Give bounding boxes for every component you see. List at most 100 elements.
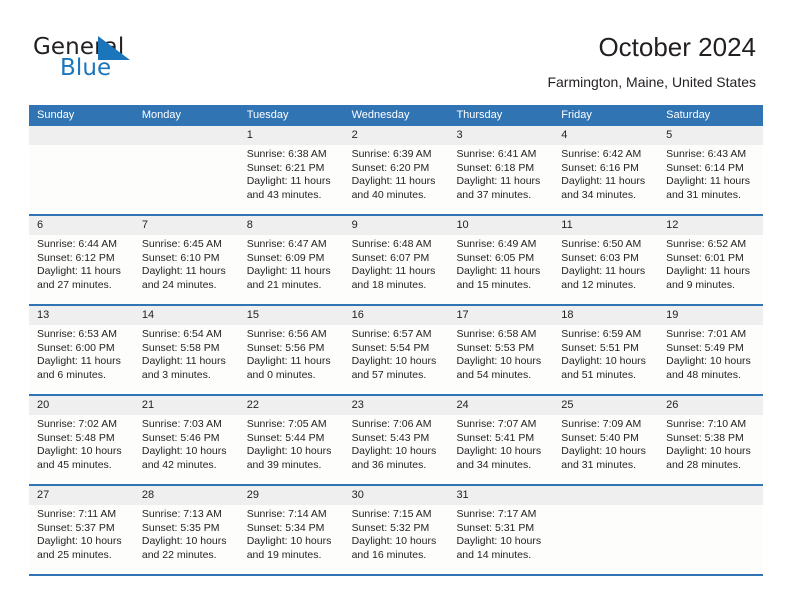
day-cell[interactable]: 19 Sunrise: 7:01 AM Sunset: 5:49 PM Dayligh… [658,306,764,394]
daylight-text-line1: Daylight: 11 hours [246,175,331,187]
sunset-text: Sunset: 6:09 PM [246,251,325,264]
weekday-header-wednesday: Wednesday [351,109,410,121]
sunrise-text: Sunrise: 7:05 AM [246,418,327,430]
day-cell[interactable]: 5 Sunrise: 6:43 AM Sunset: 6:14 PM Daylight… [658,126,764,214]
daylight-text-line2: and 6 minutes. [37,368,106,381]
daylight-text-line2: and 34 minutes. [456,458,532,471]
page-title: October 2024 [598,32,756,62]
day-cell[interactable]: 21 Sunrise: 7:03 AM Sunset: 5:46 PM Dayligh… [133,396,239,484]
sunrise-text: Sunrise: 7:03 AM [141,418,222,430]
day-sun-info: Sunrise: 7:14 AM Sunset: 5:34 PM Daylight:… [239,505,344,562]
sunrise-text: Sunrise: 6:43 AM [666,148,747,160]
sunset-text: Sunset: 5:56 PM [246,341,325,354]
weekday-header-saturday: Saturday [666,109,711,121]
sunset-text: Sunset: 6:07 PM [351,251,430,264]
day-cell[interactable]: 11 Sunrise: 6:50 AM Sunset: 6:03 PM Dayligh… [553,216,659,304]
day-cell[interactable]: 1 Sunrise: 6:38 AM Sunset: 6:21 PM Daylight… [238,126,344,214]
day-sun-info: Sunrise: 7:06 AM Sunset: 5:43 PM Daylight:… [344,415,449,472]
brand-logo[interactable]: General Blue [33,34,223,90]
brand-name-blue: Blue [60,55,112,81]
sunset-text: Sunset: 6:03 PM [561,251,639,264]
day-cell[interactable]: 13 Sunrise: 6:53 AM Sunset: 6:00 PM Dayligh… [29,306,134,394]
day-cell-empty [133,126,239,214]
day-number: 31 [448,486,554,505]
day-cell[interactable]: 30 Sunrise: 7:15 AM Sunset: 5:32 PM Dayligh… [343,486,449,574]
day-cell-empty [553,486,659,574]
sunrise-text: Sunrise: 6:56 AM [246,328,327,340]
sunrise-text: Sunrise: 6:53 AM [37,328,117,340]
daylight-text-line2: and 12 minutes. [561,278,637,291]
day-cell[interactable]: 18 Sunrise: 6:59 AM Sunset: 5:51 PM Dayligh… [553,306,659,394]
day-cell[interactable]: 4 Sunrise: 6:42 AM Sunset: 6:16 PM Daylight… [553,126,659,214]
sunset-text: Sunset: 6:12 PM [37,251,115,264]
day-cell[interactable]: 23 Sunrise: 7:06 AM Sunset: 5:43 PM Dayligh… [343,396,449,484]
day-cell[interactable]: 25 Sunrise: 7:09 AM Sunset: 5:40 PM Dayligh… [553,396,659,484]
daylight-text-line2: and 31 minutes. [561,458,637,471]
daylight-text-line1: Daylight: 11 hours [666,265,751,277]
day-number: 30 [343,486,449,505]
day-cell[interactable]: 10 Sunrise: 6:49 AM Sunset: 6:05 PM Dayligh… [448,216,554,304]
day-cell[interactable]: 20 Sunrise: 7:02 AM Sunset: 5:48 PM Dayligh… [29,396,134,484]
day-cell[interactable]: 26 Sunrise: 7:10 AM Sunset: 5:38 PM Dayligh… [658,396,764,484]
day-cell[interactable]: 17 Sunrise: 6:58 AM Sunset: 5:53 PM Dayligh… [448,306,554,394]
daylight-text-line1: Daylight: 10 hours [37,535,122,547]
day-number: 26 [658,396,764,415]
day-cell[interactable]: 14 Sunrise: 6:54 AM Sunset: 5:58 PM Dayligh… [133,306,239,394]
daylight-text-line2: and 48 minutes. [666,368,741,381]
day-cell[interactable]: 22 Sunrise: 7:05 AM Sunset: 5:44 PM Dayligh… [238,396,344,484]
sunset-text: Sunset: 5:49 PM [666,341,744,354]
sunrise-text: Sunrise: 7:15 AM [351,508,432,520]
day-number: 23 [343,396,449,415]
day-sun-info: Sunrise: 6:50 AM Sunset: 6:03 PM Daylight:… [553,235,658,292]
daylight-text-line1: Daylight: 11 hours [246,265,331,277]
daylight-text-line2: and 19 minutes. [246,548,322,561]
day-number: 10 [448,216,554,235]
day-cell[interactable]: 8 Sunrise: 6:47 AM Sunset: 6:09 PM Daylight… [238,216,344,304]
daylight-text-line2: and 28 minutes. [666,458,741,471]
day-cell[interactable]: 27 Sunrise: 7:11 AM Sunset: 5:37 PM Dayligh… [29,486,134,574]
weekday-header-row: Sunday Monday Tuesday Wednesday Thursday Frid… [29,105,763,126]
weekday-header-sunday: Sunday [37,109,75,121]
day-cell[interactable]: 9 Sunrise: 6:48 AM Sunset: 6:07 PM Daylight… [343,216,449,304]
day-number: 3 [448,126,554,145]
day-cell[interactable]: 29 Sunrise: 7:14 AM Sunset: 5:34 PM Dayligh… [238,486,344,574]
daylight-text-line1: Daylight: 11 hours [141,265,226,277]
day-cell[interactable]: 24 Sunrise: 7:07 AM Sunset: 5:41 PM Dayligh… [448,396,554,484]
sunrise-text: Sunrise: 6:58 AM [456,328,537,340]
daylight-text-line2: and 25 minutes. [37,548,112,561]
day-cell[interactable]: 12 Sunrise: 6:52 AM Sunset: 6:01 PM Dayligh… [658,216,764,304]
day-cell[interactable]: 28 Sunrise: 7:13 AM Sunset: 5:35 PM Dayligh… [133,486,239,574]
day-cell-empty [29,126,134,214]
daylight-text-line2: and 51 minutes. [561,368,637,381]
sunrise-text: Sunrise: 7:14 AM [246,508,327,520]
sunset-text: Sunset: 6:20 PM [351,161,430,174]
day-number: 28 [133,486,239,505]
sunset-text: Sunset: 5:46 PM [141,431,220,444]
day-cell[interactable]: 2 Sunrise: 6:39 AM Sunset: 6:20 PM Daylight… [343,126,449,214]
day-cell[interactable]: 7 Sunrise: 6:45 AM Sunset: 6:10 PM Daylight… [133,216,239,304]
daylight-text-line2: and 0 minutes. [246,368,316,381]
daylight-text-line1: Daylight: 10 hours [456,535,542,547]
day-cell[interactable]: 6 Sunrise: 6:44 AM Sunset: 6:12 PM Daylight… [29,216,134,304]
day-number: 13 [29,306,134,325]
daylight-text-line1: Daylight: 11 hours [246,355,331,367]
sunset-text: Sunset: 6:18 PM [456,161,535,174]
day-number: 20 [29,396,134,415]
weekday-header-monday: Monday [141,109,181,121]
daylight-text-line2: and 15 minutes. [456,278,532,291]
calendar-grid: Sunday Monday Tuesday Wednesday Thursday Frid… [29,105,764,576]
day-number: 15 [238,306,344,325]
day-sun-info: Sunrise: 7:01 AM Sunset: 5:49 PM Daylight:… [658,325,763,382]
daylight-text-line2: and 22 minutes. [141,548,217,561]
day-cell[interactable]: 3 Sunrise: 6:41 AM Sunset: 6:18 PM Daylight… [448,126,554,214]
daylight-text-line2: and 31 minutes. [666,188,741,201]
sunrise-text: Sunrise: 7:02 AM [37,418,117,430]
day-cell[interactable]: 31 Sunrise: 7:17 AM Sunset: 5:31 PM Dayligh… [448,486,554,574]
sunrise-text: Sunrise: 7:01 AM [666,328,747,340]
calendar-week-row: 27 Sunrise: 7:11 AM Sunset: 5:37 PM Dayligh… [29,486,764,576]
sunset-text: Sunset: 5:51 PM [561,341,639,354]
day-cell[interactable]: 16 Sunrise: 6:57 AM Sunset: 5:54 PM Dayligh… [343,306,449,394]
day-cell[interactable]: 15 Sunrise: 6:56 AM Sunset: 5:56 PM Dayligh… [238,306,344,394]
day-number: 6 [29,216,134,235]
weekday-header-thursday: Thursday [456,109,503,121]
